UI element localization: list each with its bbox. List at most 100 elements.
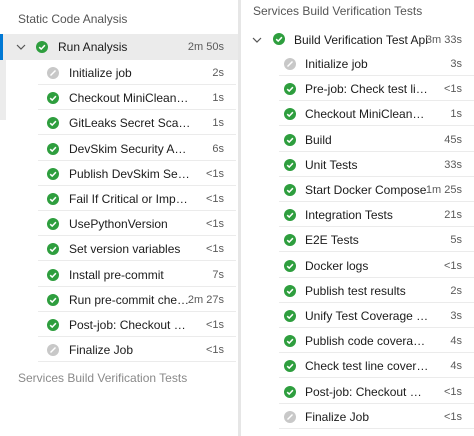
check-circle-icon — [284, 284, 296, 297]
check-circle-icon — [284, 385, 296, 398]
step-row[interactable]: Finalize Job <1s — [0, 337, 238, 363]
step-row[interactable]: Build 45s — [241, 127, 474, 152]
step-row[interactable]: Publish DevSkim Security Ana... <1s — [0, 161, 238, 186]
step-row[interactable]: GitLeaks Secret Scanning 1s — [0, 110, 238, 136]
step-name: Finalize Job — [69, 343, 134, 358]
step-row[interactable]: Unit Tests 33s — [241, 152, 474, 177]
stage-title: Static Code Analysis — [18, 12, 128, 26]
step-name: Pre-job: Check test line cover... — [305, 82, 431, 97]
step-row[interactable]: Start Docker Compose 1m 25s — [241, 177, 474, 202]
step-duration: <1s — [443, 259, 462, 272]
step-row[interactable]: Publish test results 2s — [241, 278, 474, 303]
step-name: Unify Test Coverage Reports — [305, 309, 431, 323]
check-circle-icon — [47, 92, 59, 105]
chevron-down-icon[interactable] — [252, 35, 262, 45]
step-row[interactable]: Post-job: Checkout MiniClean... <1s — [0, 312, 238, 337]
step-row[interactable]: Integration Tests 21s — [241, 202, 474, 228]
step-duration: 3s — [450, 58, 462, 70]
step-duration: 1m 25s — [425, 184, 462, 196]
step-name: Integration Tests — [305, 208, 393, 223]
check-circle-icon — [47, 218, 59, 231]
check-circle-icon — [284, 83, 296, 96]
step-duration: 3s — [450, 310, 462, 322]
right-stage-panel: Services Build Verification Tests Build … — [241, 0, 474, 436]
step-row[interactable]: Set version variables <1s — [0, 236, 238, 262]
check-circle-icon — [47, 243, 59, 256]
skipped-circle-icon — [284, 58, 296, 70]
step-row[interactable]: Initialize job 3s — [241, 51, 474, 76]
step-row[interactable]: Check test line coverage gate 4s — [241, 353, 474, 379]
step-row[interactable]: DevSkim Security Analysis 6s — [0, 136, 238, 161]
check-circle-icon — [47, 319, 59, 331]
step-name: Finalize Job — [305, 409, 370, 424]
next-stage-title[interactable]: Services Build Verification Tests — [18, 371, 187, 385]
step-name: Initialize job — [305, 57, 368, 71]
job-row-build-verification-test-api[interactable]: Build Verification Test Api 3m 33s — [241, 27, 474, 52]
check-circle-icon — [47, 293, 59, 306]
step-row[interactable]: Pre-job: Check test line cover... <1s — [241, 76, 474, 102]
step-name: Run pre-commit checks — [69, 292, 193, 307]
row-divider — [279, 427, 474, 429]
job-row-run-analysis[interactable]: Run Analysis 2m 50s — [0, 34, 238, 60]
step-name: Publish DevSkim Security Ana... — [69, 166, 193, 181]
step-row[interactable]: Run pre-commit checks 2m 27s — [0, 287, 238, 312]
left-stage-panel: Static Code Analysis Run Analysis 2m 50s… — [0, 0, 238, 436]
step-duration: 2s — [450, 284, 462, 297]
step-name: Checkout MiniClean@main to s — [69, 91, 193, 106]
step-duration: 1s — [450, 108, 462, 121]
step-duration: <1s — [205, 243, 224, 256]
step-row[interactable]: Checkout MiniClean@main to s 1s — [241, 101, 474, 127]
check-circle-icon — [47, 167, 59, 180]
step-name: DevSkim Security Analysis — [69, 141, 193, 156]
step-row[interactable]: Fail If Critical or Important Se... <1s — [0, 186, 238, 211]
step-row[interactable]: Initialize job 2s — [0, 60, 238, 85]
step-duration: 6s — [212, 142, 224, 155]
step-duration: 21s — [444, 209, 462, 222]
step-duration: 1s — [212, 92, 224, 105]
check-circle-icon — [284, 310, 296, 322]
check-circle-icon — [284, 133, 296, 146]
step-name: Initialize job — [69, 66, 132, 80]
check-circle-icon — [47, 142, 59, 155]
step-row[interactable]: Docker logs <1s — [241, 253, 474, 278]
check-circle-icon — [284, 108, 296, 121]
step-name: UsePythonVersion — [69, 217, 168, 232]
check-circle-icon — [284, 209, 296, 222]
step-duration: 33s — [444, 158, 462, 171]
step-name: Publish test results — [305, 283, 406, 298]
step-row[interactable]: Install pre-commit 7s — [0, 262, 238, 287]
step-duration: 4s — [450, 335, 462, 348]
row-divider — [38, 361, 236, 363]
step-row[interactable]: Post-job: Checkout MiniClean... <1s — [241, 379, 474, 404]
selected-accent-bar — [0, 34, 3, 60]
step-duration: 1s — [212, 117, 224, 130]
chevron-down-icon[interactable] — [16, 42, 26, 52]
check-circle-icon — [284, 184, 296, 196]
check-circle-icon — [36, 41, 48, 53]
step-row[interactable]: Checkout MiniClean@main to s 1s — [0, 85, 238, 111]
step-name: Build — [305, 132, 332, 147]
step-duration: <1s — [205, 218, 224, 231]
step-duration: <1s — [443, 385, 462, 398]
job-duration: 2m 50s — [187, 41, 224, 53]
step-duration: <1s — [205, 193, 224, 205]
step-row[interactable]: E2E Tests 5s — [241, 227, 474, 253]
skipped-circle-icon — [284, 410, 296, 423]
step-name: Post-job: Checkout MiniClean... — [305, 384, 431, 399]
check-circle-icon — [284, 360, 296, 373]
step-row[interactable]: UsePythonVersion <1s — [0, 211, 238, 237]
step-row[interactable]: Unify Test Coverage Reports 3s — [241, 303, 474, 328]
step-row[interactable]: Publish code coverage results 4s — [241, 328, 474, 354]
step-duration: 5s — [450, 234, 462, 247]
check-circle-icon — [47, 117, 59, 130]
check-circle-icon — [47, 193, 59, 205]
step-duration: <1s — [205, 319, 224, 331]
step-name: Publish code coverage results — [305, 334, 431, 349]
step-duration: 7s — [212, 268, 224, 281]
check-circle-icon — [284, 234, 296, 247]
step-name: Post-job: Checkout MiniClean... — [69, 318, 193, 332]
step-duration: 4s — [450, 360, 462, 373]
check-circle-icon — [47, 268, 59, 281]
step-row[interactable]: Finalize Job <1s — [241, 404, 474, 429]
step-duration: <1s — [205, 344, 224, 357]
